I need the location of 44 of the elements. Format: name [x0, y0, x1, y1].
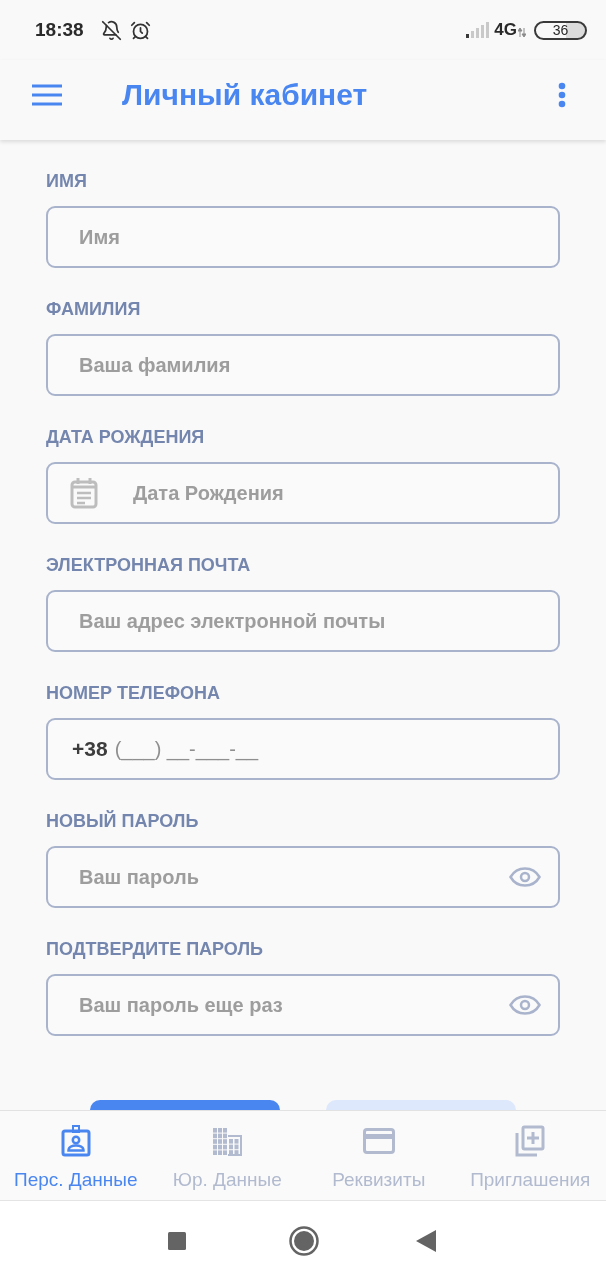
- signal-icon: [466, 22, 490, 38]
- nav-tab[interactable]: Реквизиты: [303, 1111, 455, 1200]
- first-name-field[interactable]: Имя: [46, 206, 560, 268]
- data-arrows-icon: [518, 28, 526, 37]
- muted-bell-icon: [100, 19, 122, 41]
- country-code: +38: [72, 737, 108, 761]
- field-label: ЭЛЕКТРОННАЯ ПОЧТА: [46, 555, 252, 575]
- birth-date-input[interactable]: Дата Рождения: [133, 478, 541, 508]
- confirm-password-field[interactable]: Ваш пароль еще раз: [46, 974, 560, 1036]
- field-label: НОМЕР ТЕЛЕФОНА: [46, 683, 221, 703]
- nav-tab[interactable]: Приглашения: [454, 1111, 606, 1200]
- field-label: ПОДТВЕРДИТЕ ПАРОЛЬ: [46, 939, 264, 959]
- field-label: ФАМИЛИЯ: [46, 299, 142, 319]
- page-title: Личный кабинет: [122, 77, 369, 113]
- building-icon: [212, 1126, 243, 1156]
- nav-tab[interactable]: Юр. Данные: [151, 1111, 303, 1200]
- new-password-input[interactable]: Ваш пароль: [79, 862, 502, 892]
- clock-time: 18:38: [35, 19, 84, 41]
- field-label: НОВЫЙ ПАРОЛЬ: [46, 811, 200, 831]
- last-name-field[interactable]: Ваша фамилия: [46, 334, 560, 396]
- home-icon[interactable]: [289, 1225, 319, 1256]
- calendar-icon[interactable]: [70, 477, 98, 509]
- alarm-clock-icon: [129, 19, 151, 41]
- credit-card-icon: [362, 1128, 395, 1154]
- phone-number-input[interactable]: (___) __-___-__: [114, 734, 541, 764]
- birth-date-field[interactable]: Дата Рождения: [46, 462, 560, 524]
- new-password-field[interactable]: Ваш пароль: [46, 846, 560, 908]
- more-options-icon[interactable]: [558, 82, 566, 108]
- field-label: ДАТА РОЖДЕНИЯ: [46, 427, 206, 447]
- network-type: 4G: [494, 20, 517, 40]
- eye-icon[interactable]: [509, 995, 541, 1015]
- email-field[interactable]: Ваш адрес электронной почты: [46, 590, 560, 652]
- id-badge-icon: [60, 1125, 91, 1157]
- field-label: ИМЯ: [46, 171, 88, 191]
- battery-indicator: 36: [534, 20, 587, 40]
- recents-icon[interactable]: [168, 1231, 186, 1250]
- menu-icon[interactable]: [32, 84, 62, 106]
- confirm-password-input[interactable]: Ваш пароль еще раз: [79, 990, 502, 1020]
- back-icon[interactable]: [416, 1229, 436, 1252]
- stacked-add-icon: [515, 1125, 546, 1157]
- phone-number-field[interactable]: +38 (___) __-___-__: [46, 718, 560, 780]
- eye-icon[interactable]: [509, 867, 541, 887]
- primary-button[interactable]: [90, 1100, 280, 1110]
- nav-tab[interactable]: Перс. Данные: [0, 1111, 152, 1200]
